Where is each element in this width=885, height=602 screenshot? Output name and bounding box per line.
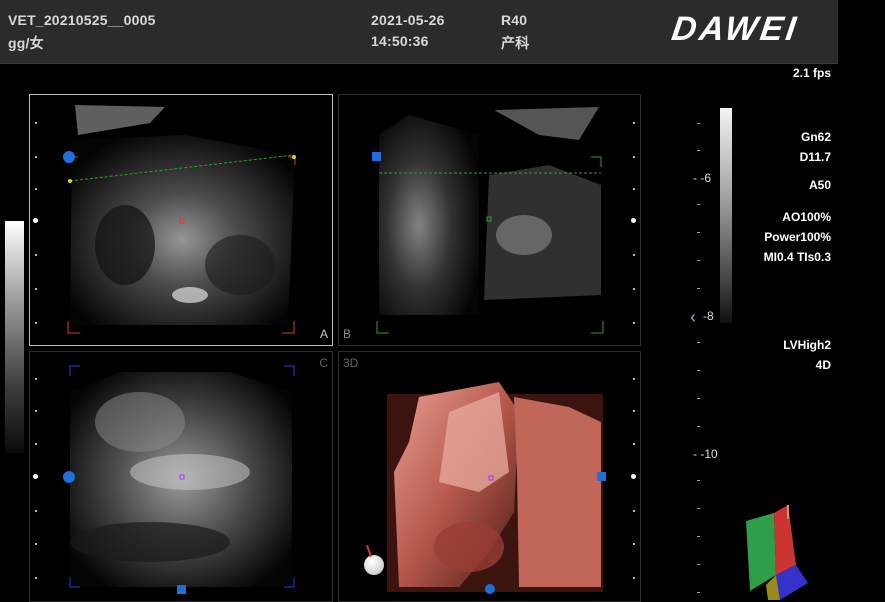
panel-c-rotate-handle[interactable]: [63, 471, 75, 483]
light-source-icon[interactable]: [364, 555, 384, 575]
param-mi-tis: MI0.4 TIs0.3: [763, 250, 831, 264]
panel-b-image: [376, 107, 604, 334]
param-acoustic-output: AO100%: [782, 210, 831, 224]
frame-rate: 2.1 fps: [792, 66, 831, 80]
depth-label-10: - -10: [693, 447, 718, 461]
patient-info: gg/女: [8, 35, 44, 51]
panel-3d-label: 3D: [343, 356, 359, 370]
panel-c-image: [69, 365, 295, 588]
brand-logo: DAWEI: [669, 10, 802, 48]
panel-3d-handle-right[interactable]: [597, 472, 606, 481]
depth-marker-right-d: [631, 474, 636, 479]
panel-a-rotate-handle[interactable]: [63, 151, 75, 163]
header-bar: VET_20210525__0005 gg/女 2021-05-26 14:50…: [0, 0, 838, 64]
depth-marker-left-c: [33, 474, 38, 479]
depth-label-6: - -6: [693, 171, 712, 185]
param-power: Power100%: [764, 230, 831, 244]
param-render-mode: LVHigh2: [783, 338, 831, 352]
param-gain: Gn62: [800, 130, 831, 144]
probe-name: R40: [501, 12, 528, 28]
param-imaging-mode: 4D: [815, 358, 831, 372]
panel-b-handle[interactable]: [372, 152, 381, 161]
panel-b[interactable]: B: [338, 94, 641, 346]
depth-marker-right-b: [631, 218, 636, 223]
department: 产科: [501, 35, 530, 51]
param-depth: D11.7: [799, 150, 831, 164]
panel-a-label: A: [319, 327, 328, 341]
focus-marker-icon[interactable]: ‹: [690, 307, 696, 328]
panel-3d-render: [387, 382, 603, 592]
panel-b-label: B: [343, 327, 352, 341]
grayscale-bar: [5, 221, 24, 453]
exam-time: 14:50:36: [371, 33, 429, 49]
depth-label-8: -8: [703, 309, 714, 323]
panel-a-image: [67, 105, 296, 334]
depth-marker-left-a: [33, 218, 38, 223]
panel-c-handle[interactable]: [177, 585, 186, 594]
param-angle: A50: [808, 178, 831, 192]
panel-c-label: C: [319, 356, 328, 370]
exam-date: 2021-05-26: [371, 12, 445, 28]
depth-gray-bar: [720, 108, 732, 323]
panel-3d-handle-bottom[interactable]: [485, 584, 495, 594]
orientation-cube-icon: [746, 505, 808, 600]
file-id: VET_20210525__0005: [8, 12, 156, 28]
panel-a[interactable]: A: [29, 94, 333, 346]
